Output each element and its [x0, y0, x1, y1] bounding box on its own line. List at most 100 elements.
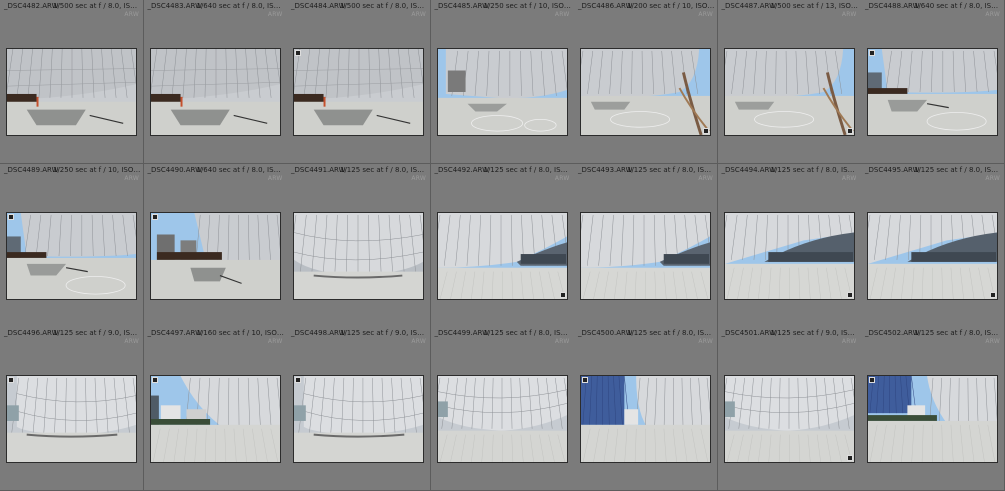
filename: _DSC4491.ARW: [291, 165, 346, 174]
filename: _DSC4498.ARW: [291, 329, 346, 338]
file-format-label: ARW: [267, 174, 283, 182]
exif-summary: 1/125 sec at f / 9.0, ISO 100, 35 m...: [53, 329, 141, 338]
thumbnail-cell[interactable]: _DSC4496.ARW 1/125 sec at f / 9.0, ISO 1…: [0, 327, 144, 491]
file-format-label: ARW: [698, 338, 713, 346]
crop-badge-icon[interactable]: [703, 128, 709, 134]
exif-summary: 1/500 sec at f / 13, ISO 100, 35 m...: [770, 2, 859, 10]
photo-thumbnail[interactable]: [436, 211, 568, 300]
thumbnail-cell[interactable]: _DSC4483.ARW 1/640 sec at f / 8.0, ISO 1…: [143, 0, 288, 164]
thumbnail-header: _DSC4492.ARW 1/125 sec at f / 8.0, ISO 1…: [431, 164, 574, 184]
photo-thumbnail[interactable]: [867, 48, 998, 136]
photo-thumbnail[interactable]: [293, 375, 424, 464]
file-format-label: ARW: [124, 11, 139, 18]
photo-thumbnail[interactable]: [149, 48, 281, 136]
thumbnail-cell[interactable]: _DSC4499.ARW 1/125 sec at f / 8.0, ISO 1…: [430, 327, 575, 491]
edit-badge-icon[interactable]: [8, 377, 14, 384]
filename: _DSC4494.ARW: [721, 165, 777, 174]
exif-summary: 1/250 sec at f / 10, ISO 100, 24 m...: [483, 2, 572, 10]
photo-thumbnail[interactable]: [293, 211, 424, 300]
exif-summary: 1/125 sec at f / 8.0, ISO 100, 24 m...: [483, 165, 572, 174]
edit-badge-icon[interactable]: [582, 377, 588, 384]
exif-summary: 1/125 sec at f / 8.0, ISO 100, 35 m...: [914, 329, 1002, 338]
exif-summary: 1/500 sec at f / 8.0, ISO 100, 35...: [340, 2, 428, 10]
thumbnail-cell[interactable]: _DSC4495.ARW 1/125 sec at f / 8.0, ISO 1…: [861, 163, 1005, 328]
thumbnail-cell[interactable]: _DSC4486.ARW 1/200 sec at f / 10, ISO 10…: [574, 0, 718, 164]
thumbnail-cell[interactable]: _DSC4501.ARW 1/125 sec at f / 9.0, ISO 1…: [717, 327, 862, 491]
file-format-label: ARW: [841, 174, 857, 182]
file-format-label: ARW: [698, 174, 713, 182]
exif-summary: 1/125 sec at f / 8.0, ISO 100, 24 m...: [483, 329, 572, 338]
thumbnail-cell[interactable]: _DSC4487.ARW 1/500 sec at f / 13, ISO 10…: [717, 0, 862, 164]
photo-thumbnail[interactable]: [149, 375, 281, 464]
thumbnail-header: _DSC4482.ARW 1/500 sec at f / 8.0, ISO 1…: [0, 0, 143, 20]
filename: _DSC4492.ARW: [434, 165, 490, 174]
thumbnail-header: _DSC4486.ARW 1/200 sec at f / 10, ISO 10…: [574, 0, 717, 20]
photo-thumbnail[interactable]: [580, 48, 711, 136]
thumbnail-cell[interactable]: _DSC4489.ARW 1/250 sec at f / 10, ISO 10…: [0, 163, 144, 328]
file-format-label: ARW: [554, 338, 570, 346]
filename: _DSC4484.ARW: [291, 2, 346, 10]
edit-badge-icon[interactable]: [8, 213, 14, 220]
filename: _DSC4496.ARW: [4, 329, 59, 338]
thumbnail-cell[interactable]: _DSC4500.ARW 1/125 sec at f / 8.0, ISO 1…: [574, 327, 718, 491]
file-format-label: ARW: [841, 11, 857, 18]
thumbnail-cell[interactable]: _DSC4491.ARW 1/125 sec at f / 8.0, ISO 1…: [287, 163, 431, 328]
filename: _DSC4487.ARW: [721, 2, 777, 10]
photo-thumbnail[interactable]: [723, 211, 855, 300]
photo-thumbnail[interactable]: [580, 211, 711, 300]
thumbnail-header: _DSC4501.ARW 1/125 sec at f / 9.0, ISO 1…: [718, 327, 861, 347]
photo-thumbnail[interactable]: [6, 211, 137, 300]
crop-badge-icon[interactable]: [559, 291, 566, 298]
crop-badge-icon[interactable]: [990, 291, 996, 298]
crop-badge-icon[interactable]: [846, 455, 853, 462]
thumbnail-header: _DSC4484.ARW 1/500 sec at f / 8.0, ISO 1…: [287, 0, 430, 20]
thumbnail-cell[interactable]: _DSC4492.ARW 1/125 sec at f / 8.0, ISO 1…: [430, 163, 575, 328]
photo-thumbnail[interactable]: [6, 48, 137, 136]
thumbnail-cell[interactable]: _DSC4482.ARW 1/500 sec at f / 8.0, ISO 1…: [0, 0, 144, 164]
crop-badge-icon[interactable]: [846, 128, 853, 134]
photo-thumbnail[interactable]: [436, 375, 568, 464]
thumbnail-header: _DSC4494.ARW 1/125 sec at f / 8.0, ISO 1…: [718, 164, 861, 184]
edit-badge-icon[interactable]: [295, 377, 301, 384]
file-format-label: ARW: [124, 174, 139, 182]
photo-thumbnail[interactable]: [867, 211, 998, 300]
thumbnail-header: _DSC4497.ARW 1/160 sec at f / 10, ISO 10…: [144, 327, 287, 347]
photo-thumbnail[interactable]: [436, 48, 568, 136]
photo-thumbnail[interactable]: [580, 375, 711, 464]
thumbnail-cell[interactable]: _DSC4490.ARW 1/640 sec at f / 8.0, ISO 1…: [143, 163, 288, 328]
thumbnail-cell[interactable]: _DSC4493.ARW 1/125 sec at f / 8.0, ISO 1…: [574, 163, 718, 328]
file-format-label: ARW: [554, 11, 570, 18]
crop-badge-icon[interactable]: [846, 291, 853, 298]
thumbnail-header: _DSC4496.ARW 1/125 sec at f / 9.0, ISO 1…: [0, 327, 143, 347]
filmstrip-grid: _DSC4482.ARW 1/500 sec at f / 8.0, ISO 1…: [0, 0, 1005, 491]
edit-badge-icon[interactable]: [151, 377, 158, 384]
edit-badge-icon[interactable]: [869, 50, 875, 56]
edit-badge-icon[interactable]: [869, 377, 875, 384]
filename: _DSC4497.ARW: [147, 329, 203, 338]
thumbnail-cell[interactable]: _DSC4485.ARW 1/250 sec at f / 10, ISO 10…: [430, 0, 575, 164]
thumbnail-cell[interactable]: _DSC4502.ARW 1/125 sec at f / 8.0, ISO 1…: [861, 327, 1005, 491]
photo-thumbnail[interactable]: [723, 48, 855, 136]
exif-summary: 1/125 sec at f / 8.0, ISO 100, 24 m...: [627, 165, 715, 174]
exif-summary: 1/200 sec at f / 10, ISO 100, 35 m...: [627, 2, 715, 10]
file-format-label: ARW: [985, 338, 1000, 346]
thumbnail-cell[interactable]: _DSC4494.ARW 1/125 sec at f / 8.0, ISO 1…: [717, 163, 862, 328]
thumbnail-cell[interactable]: _DSC4498.ARW 1/125 sec at f / 9.0, ISO 1…: [287, 327, 431, 491]
edit-badge-icon[interactable]: [151, 213, 158, 220]
filename: _DSC4488.ARW: [865, 2, 920, 10]
photo-thumbnail[interactable]: [723, 375, 855, 464]
thumbnail-cell[interactable]: _DSC4497.ARW 1/160 sec at f / 10, ISO 10…: [143, 327, 288, 491]
thumbnail-header: _DSC4500.ARW 1/125 sec at f / 8.0, ISO 1…: [574, 327, 717, 347]
photo-thumbnail[interactable]: [149, 211, 281, 300]
photo-thumbnail[interactable]: [6, 375, 137, 464]
photo-thumbnail[interactable]: [867, 375, 998, 464]
filename: _DSC4490.ARW: [147, 165, 203, 174]
exif-summary: 1/640 sec at f / 8.0, ISO 100, 35...: [196, 2, 285, 10]
exif-summary: 1/160 sec at f / 10, ISO 100, 35 m...: [196, 329, 285, 338]
thumbnail-cell[interactable]: _DSC4484.ARW 1/500 sec at f / 8.0, ISO 1…: [287, 0, 431, 164]
filename: _DSC4495.ARW: [865, 165, 920, 174]
edit-badge-icon[interactable]: [295, 50, 301, 56]
photo-thumbnail[interactable]: [293, 48, 424, 136]
exif-summary: 1/250 sec at f / 10, ISO 100, 26 m...: [53, 165, 141, 174]
thumbnail-cell[interactable]: _DSC4488.ARW 1/640 sec at f / 8.0, ISO 1…: [861, 0, 1005, 164]
